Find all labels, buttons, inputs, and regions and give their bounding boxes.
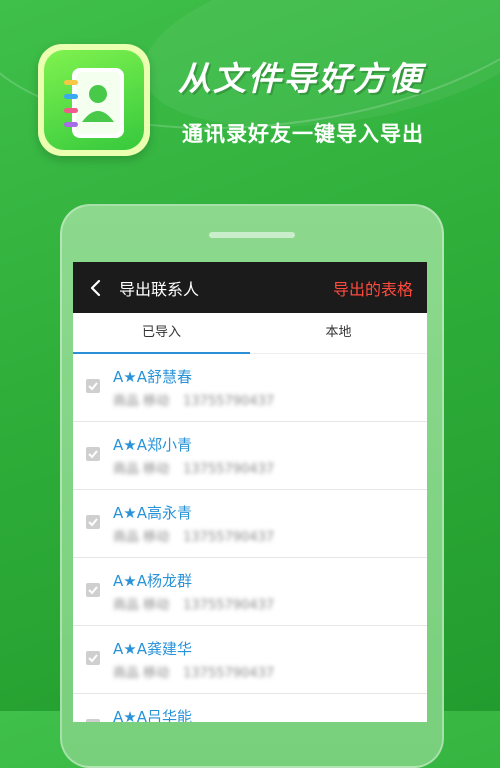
contact-name: A★A龚建华 xyxy=(113,640,192,658)
checkmark-icon xyxy=(88,654,98,663)
list-item[interactable]: A★A郑小青 商品 移动 13755790437 xyxy=(73,422,427,490)
contact-tag: 商品 移动 xyxy=(113,462,170,477)
checkmark-icon xyxy=(88,518,98,527)
contact-checkbox[interactable] xyxy=(86,379,100,393)
tab-imported[interactable]: 已导入 xyxy=(73,313,250,353)
checkmark-icon xyxy=(88,450,98,459)
contact-name: A★A杨龙群 xyxy=(113,572,192,590)
list-item[interactable]: A★A舒慧春 商品 移动 13755790437 xyxy=(73,354,427,422)
tab-local[interactable]: 本地 xyxy=(250,313,427,353)
contact-detail: 商品 移动 13755790437 xyxy=(113,594,274,613)
contact-checkbox[interactable] xyxy=(86,719,100,722)
contact-detail: 商品 移动 13755790437 xyxy=(113,458,274,477)
contact-tag: 商品 移动 xyxy=(113,666,170,681)
banner-title-main: 从文件导 xyxy=(178,59,318,98)
export-table-button[interactable]: 导出的表格 xyxy=(333,276,413,300)
checkmark-icon xyxy=(88,586,98,595)
list-item[interactable]: A★A杨龙群 商品 移动 13755790437 xyxy=(73,558,427,626)
contact-phone: 13755790437 xyxy=(183,598,275,613)
contacts-book-icon xyxy=(64,68,124,138)
phone-screen: 导出联系人 导出的表格 已导入 本地 A★A舒慧春 商品 移动 137557904… xyxy=(73,262,427,722)
contact-name: A★A郑小青 xyxy=(113,436,192,454)
contact-detail: 商品 移动 13755790437 xyxy=(113,526,274,545)
contact-name: A★A高永青 xyxy=(113,504,192,522)
contact-phone: 13755790437 xyxy=(183,530,275,545)
contact-tag: 商品 移动 xyxy=(113,394,170,409)
banner-title: 从文件导好方便 xyxy=(178,52,423,100)
contact-name: A★A吕华能 xyxy=(113,708,192,722)
contact-checkbox[interactable] xyxy=(86,447,100,461)
back-arrow-icon[interactable] xyxy=(89,279,101,297)
list-item[interactable]: A★A高永青 商品 移动 13755790437 xyxy=(73,490,427,558)
list-item[interactable]: A★A龚建华 商品 移动 13755790437 xyxy=(73,626,427,694)
list-item[interactable]: A★A吕华能 xyxy=(73,694,427,722)
banner-subtitle: 通讯录好友一键导入导出 xyxy=(182,122,424,146)
app-topbar: 导出联系人 导出的表格 xyxy=(73,262,427,313)
contact-checkbox[interactable] xyxy=(86,651,100,665)
contact-tag: 商品 移动 xyxy=(113,530,170,545)
banner-title-accent: 好方便 xyxy=(318,59,423,98)
contact-detail: 商品 移动 13755790437 xyxy=(113,390,274,409)
contact-detail: 商品 移动 13755790437 xyxy=(113,662,274,681)
tab-bar: 已导入 本地 xyxy=(73,313,427,354)
app-logo xyxy=(38,44,150,156)
phone-speaker xyxy=(209,232,295,238)
checkmark-icon xyxy=(87,720,99,722)
contact-list: A★A舒慧春 商品 移动 13755790437 A★A郑小青 商品 移动 1375… xyxy=(73,354,427,722)
contact-tag: 商品 移动 xyxy=(113,598,170,613)
contact-phone: 13755790437 xyxy=(183,462,275,477)
contact-checkbox[interactable] xyxy=(86,583,100,597)
contact-phone: 13755790437 xyxy=(183,394,275,409)
checkmark-icon xyxy=(88,382,98,391)
page-title: 导出联系人 xyxy=(119,280,200,299)
contact-phone: 13755790437 xyxy=(183,666,275,681)
contact-checkbox[interactable] xyxy=(86,515,100,529)
contact-name: A★A舒慧春 xyxy=(113,368,192,386)
